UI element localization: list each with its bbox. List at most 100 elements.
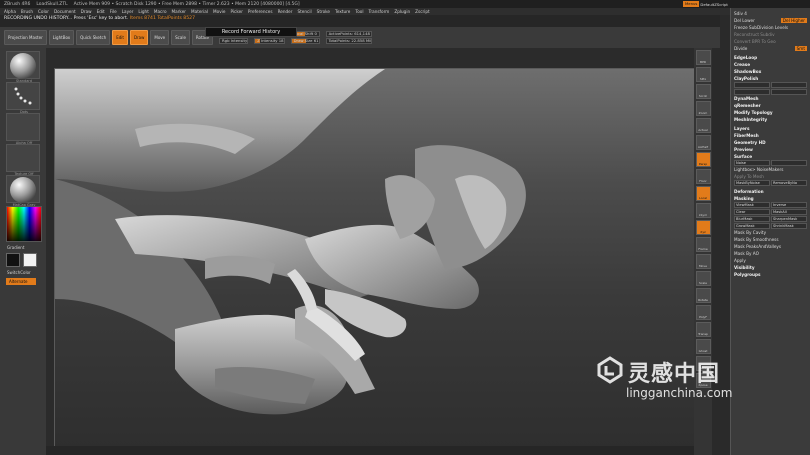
alternate-button[interactable]: Alternate — [6, 278, 36, 285]
section-polygroups[interactable]: Polygroups — [731, 271, 810, 278]
mask-by-ao-button[interactable]: Mask By AO — [731, 250, 810, 257]
scroll-button[interactable]: Scroll — [695, 84, 711, 99]
menu-marker[interactable]: Marker — [172, 9, 186, 14]
z-intensity-slider[interactable]: Z Intensity 18 — [254, 38, 285, 44]
menu-alpha[interactable]: Alpha — [4, 9, 16, 14]
spix-button[interactable]: SPix — [695, 67, 711, 82]
section-modify-topology[interactable]: Modify Topology — [731, 109, 810, 116]
stroke-thumbnail[interactable]: Dots — [6, 82, 40, 114]
scale-view-button[interactable]: Scale — [695, 271, 711, 286]
projection-master-button[interactable]: Projection Master — [4, 30, 47, 45]
menu-stencil[interactable]: Stencil — [297, 9, 311, 14]
section-dynamesh[interactable]: DynaMesh — [731, 95, 810, 102]
menu-draw[interactable]: Draw — [81, 9, 92, 14]
section-edgeloop[interactable]: EdgeLoop — [731, 54, 810, 61]
claypolish-slider-1[interactable] — [734, 82, 770, 88]
blur-mask-button[interactable]: BlurMask — [734, 216, 770, 222]
section-geometry-hd[interactable]: Geometry HD — [731, 139, 810, 146]
menu-document[interactable]: Document — [54, 9, 76, 14]
remove-by-noise-button[interactable]: RemoveByNo — [771, 180, 807, 186]
menus-toggle-button[interactable]: Menus — [683, 1, 700, 7]
move-view-button[interactable]: Move — [695, 254, 711, 269]
noise-button[interactable]: Noise — [734, 160, 770, 166]
section-meshintegrity[interactable]: MeshIntegrity — [731, 116, 810, 123]
lightbox-button[interactable]: LightBox — [48, 30, 75, 45]
xyz-button[interactable]: Xyz — [695, 220, 711, 235]
section-masking[interactable]: Masking — [731, 195, 810, 202]
apply-button[interactable]: Apply — [731, 257, 810, 264]
menu-material[interactable]: Material — [191, 9, 208, 14]
mask-peaks-valleys-button[interactable]: Mask PeaksAndValleys — [731, 243, 810, 250]
freeze-subdiv-button[interactable]: Freeze SubDivision Levels — [731, 24, 810, 31]
draw-size-slider[interactable]: Draw Size 61 — [290, 38, 320, 44]
section-qremesher[interactable]: qRemesher — [731, 102, 810, 109]
floor-button[interactable]: Floor — [695, 169, 711, 184]
texture-thumbnail[interactable]: Texture Off — [6, 144, 40, 176]
menu-file[interactable]: File — [110, 9, 117, 14]
aahalf-button[interactable]: AAHalf — [695, 135, 711, 150]
color-picker[interactable] — [6, 206, 42, 242]
section-surface[interactable]: Surface — [731, 153, 810, 160]
lightbox-noisemakers-button[interactable]: Lightbox> NoiseMakers — [731, 166, 810, 173]
viewmask-button[interactable]: ViewMask — [734, 202, 770, 208]
mask-by-noise-button[interactable]: MaskByNoise — [734, 180, 770, 186]
material-thumbnail[interactable]: MatCap Gray — [6, 175, 40, 207]
mask-all-button[interactable]: MaskAll — [771, 209, 807, 215]
draw-button[interactable]: Draw — [129, 30, 149, 45]
menu-brush[interactable]: Brush — [21, 9, 33, 14]
lsym-button[interactable]: LSym — [695, 203, 711, 218]
section-claypolish[interactable]: ClayPolish — [731, 75, 810, 82]
edit-button[interactable]: Edit — [112, 30, 128, 45]
del-lower-button[interactable]: Del Lower — [734, 18, 755, 23]
grow-mask-button[interactable]: GrowMask — [734, 223, 770, 229]
menu-color[interactable]: Color — [38, 9, 49, 14]
menu-macro[interactable]: Macro — [154, 9, 167, 14]
secondary-color-swatch[interactable] — [23, 253, 37, 267]
subdiv-slider[interactable]: Sdiv 4 — [731, 10, 810, 17]
polyf-button[interactable]: PolyF — [695, 305, 711, 320]
persp-button[interactable]: Persp — [695, 152, 711, 167]
menu-edit[interactable]: Edit — [97, 9, 105, 14]
menu-stroke[interactable]: Stroke — [317, 9, 330, 14]
mask-by-smoothness-button[interactable]: Mask By Smoothness — [731, 236, 810, 243]
convert-bpr-button[interactable]: Convert BPR To Geo — [731, 38, 810, 45]
noise-options[interactable] — [771, 160, 807, 166]
apply-to-mesh-button[interactable]: Apply To Mesh — [731, 173, 810, 180]
smt-toggle[interactable]: Smt — [794, 46, 807, 51]
mask-by-cavity-button[interactable]: Mask By Cavity — [731, 229, 810, 236]
alpha-thumbnail[interactable]: Alpha Off — [6, 113, 40, 145]
menu-transform[interactable]: Transform — [368, 9, 389, 14]
menu-movie[interactable]: Movie — [213, 9, 225, 14]
quick-sketch-button[interactable]: Quick Sketch — [76, 30, 111, 45]
rotate-view-button[interactable]: Rotate — [695, 288, 711, 303]
claypolish-slider-2[interactable] — [771, 82, 807, 88]
menu-light[interactable]: Light — [138, 9, 148, 14]
section-visibility[interactable]: Visibility — [731, 264, 810, 271]
zoom-button[interactable]: Zoom — [695, 101, 711, 116]
claypolish-slider-4[interactable] — [771, 89, 807, 95]
menu-texture[interactable]: Texture — [335, 9, 350, 14]
reconstruct-subdiv-button[interactable]: Reconstruct Subdiv — [731, 31, 810, 38]
menu-preferences[interactable]: Preferences — [248, 9, 273, 14]
menu-picker[interactable]: Picker — [230, 9, 242, 14]
section-fibermesh[interactable]: FiberMesh — [731, 132, 810, 139]
section-deformation[interactable]: Deformation — [731, 188, 810, 195]
menu-zplugin[interactable]: Zplugin — [394, 9, 410, 14]
brush-thumbnail[interactable]: Standard — [6, 51, 40, 83]
local-button[interactable]: Local — [695, 186, 711, 201]
rgb-intensity-slider[interactable]: Rgb Intensity — [219, 38, 249, 44]
bpr-button[interactable]: BPR — [695, 50, 711, 65]
frame-button[interactable]: Frame — [695, 237, 711, 252]
section-preview[interactable]: Preview — [731, 146, 810, 153]
default-zscript-button[interactable]: DefaultZScript — [700, 2, 728, 7]
clear-mask-button[interactable]: Clear — [734, 209, 770, 215]
section-crease[interactable]: Crease — [731, 61, 810, 68]
menu-tool[interactable]: Tool — [355, 9, 363, 14]
claypolish-slider-3[interactable] — [734, 89, 770, 95]
scale-button[interactable]: Scale — [171, 30, 190, 45]
menu-layer[interactable]: Layer — [122, 9, 134, 14]
section-layers[interactable]: Layers — [731, 125, 810, 132]
menu-zscript[interactable]: Zscript — [415, 9, 430, 14]
actual-button[interactable]: Actual — [695, 118, 711, 133]
del-higher-button[interactable]: Del Higher — [780, 18, 807, 23]
